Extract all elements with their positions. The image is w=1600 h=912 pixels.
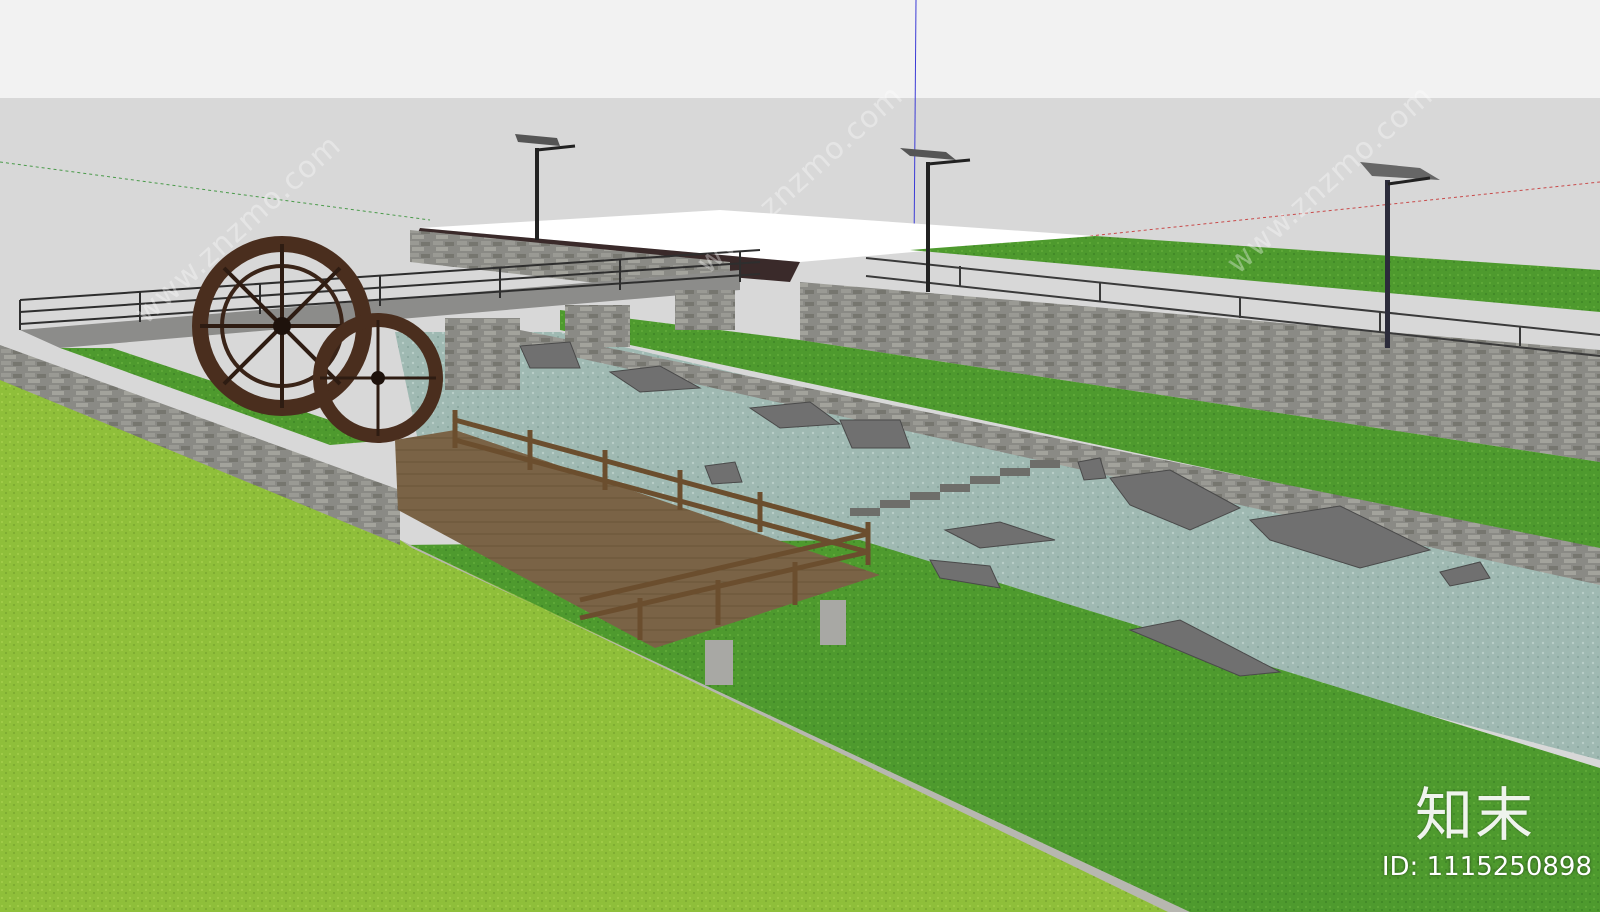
brand-logo: 知末	[1414, 781, 1535, 849]
bridge-pier-1	[445, 318, 520, 390]
landscape-scene	[0, 0, 1600, 912]
bridge-pier-2	[565, 305, 630, 347]
deck-post-1	[705, 640, 733, 685]
deck-post-2	[820, 600, 846, 645]
water-wheel-small	[313, 313, 443, 443]
sky	[0, 0, 1600, 98]
image-id-label: ID: 1115250898	[1381, 852, 1592, 882]
bridge-pier-3	[675, 290, 735, 330]
